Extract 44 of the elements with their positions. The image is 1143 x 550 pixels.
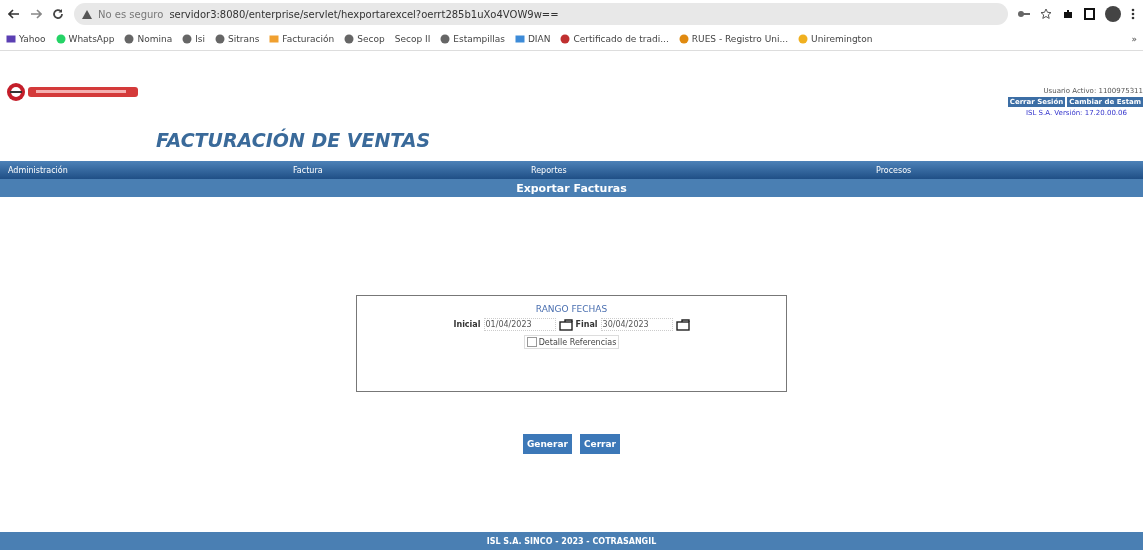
- action-button[interactable]: Generar: [522, 434, 572, 454]
- sidebar-icon[interactable]: [1084, 8, 1095, 20]
- key-icon[interactable]: [1018, 10, 1030, 18]
- bookmark[interactable]: Sitrans: [215, 34, 260, 44]
- more-bookmarks[interactable]: »: [1131, 34, 1137, 44]
- mail-icon: [6, 34, 16, 44]
- avatar-icon[interactable]: [1105, 6, 1121, 22]
- bookmark[interactable]: Estampillas: [440, 34, 505, 44]
- bookmark[interactable]: Secop II: [394, 34, 431, 44]
- bookmark[interactable]: Certificado de tradi...: [560, 34, 669, 44]
- bookmark[interactable]: Nomina: [124, 34, 173, 44]
- menu-item[interactable]: Reportes: [523, 165, 868, 175]
- field-label: Final: [575, 320, 598, 329]
- menu-item[interactable]: Procesos: [868, 165, 1143, 175]
- footer-bar: ISL S.A. SINCO - 2023 - COTRASANGIL: [0, 532, 1143, 550]
- security-label: No es seguro: [98, 8, 164, 20]
- page-title: Exportar Facturas: [0, 179, 1143, 197]
- bookmark[interactable]: Uniremington: [798, 34, 873, 44]
- detail-checkbox[interactable]: Detalle Referencias: [523, 335, 620, 349]
- forward-icon[interactable]: [30, 9, 42, 19]
- menu-item[interactable]: Factura: [285, 165, 523, 175]
- bookmark[interactable]: Secop: [344, 34, 385, 44]
- star-icon[interactable]: [1040, 8, 1052, 20]
- bookmark[interactable]: WhatsApp: [55, 34, 115, 44]
- action-button[interactable]: Cerrar: [579, 434, 621, 454]
- back-icon[interactable]: [8, 9, 20, 19]
- bookmark[interactable]: RUES - Registro Uni...: [678, 34, 789, 44]
- calendar-icon[interactable]: [558, 318, 573, 331]
- panel-legend: RANGO FECHAS: [535, 304, 608, 314]
- bookmark[interactable]: Isi: [182, 34, 205, 44]
- bookmark[interactable]: Yahoo: [6, 34, 46, 44]
- reload-icon[interactable]: [52, 8, 64, 20]
- start-date-field[interactable]: 01/04/2023: [483, 318, 556, 331]
- bookmark[interactable]: Facturación: [269, 34, 335, 44]
- app-title: FACTURACIÓN DE VENTAS: [156, 129, 431, 151]
- calendar-icon[interactable]: [675, 318, 690, 331]
- menu-icon[interactable]: [1131, 8, 1135, 20]
- end-date-field[interactable]: 30/04/2023: [600, 318, 673, 331]
- field-label: Inicial: [453, 320, 481, 329]
- menu-item[interactable]: Administración: [0, 165, 285, 175]
- address-bar[interactable]: No es seguro servidor3:8080/enterprise/servlet/hexportarexcel?oerrt285b1uXo4VOW9w==: [74, 3, 1008, 25]
- warning-icon: [82, 9, 92, 19]
- url-text: servidor3:8080/enterprise/servlet/hexportarexcel?oerrt285b1uXo4VOW9w==: [169, 8, 559, 20]
- bookmark[interactable]: DIAN: [514, 34, 551, 44]
